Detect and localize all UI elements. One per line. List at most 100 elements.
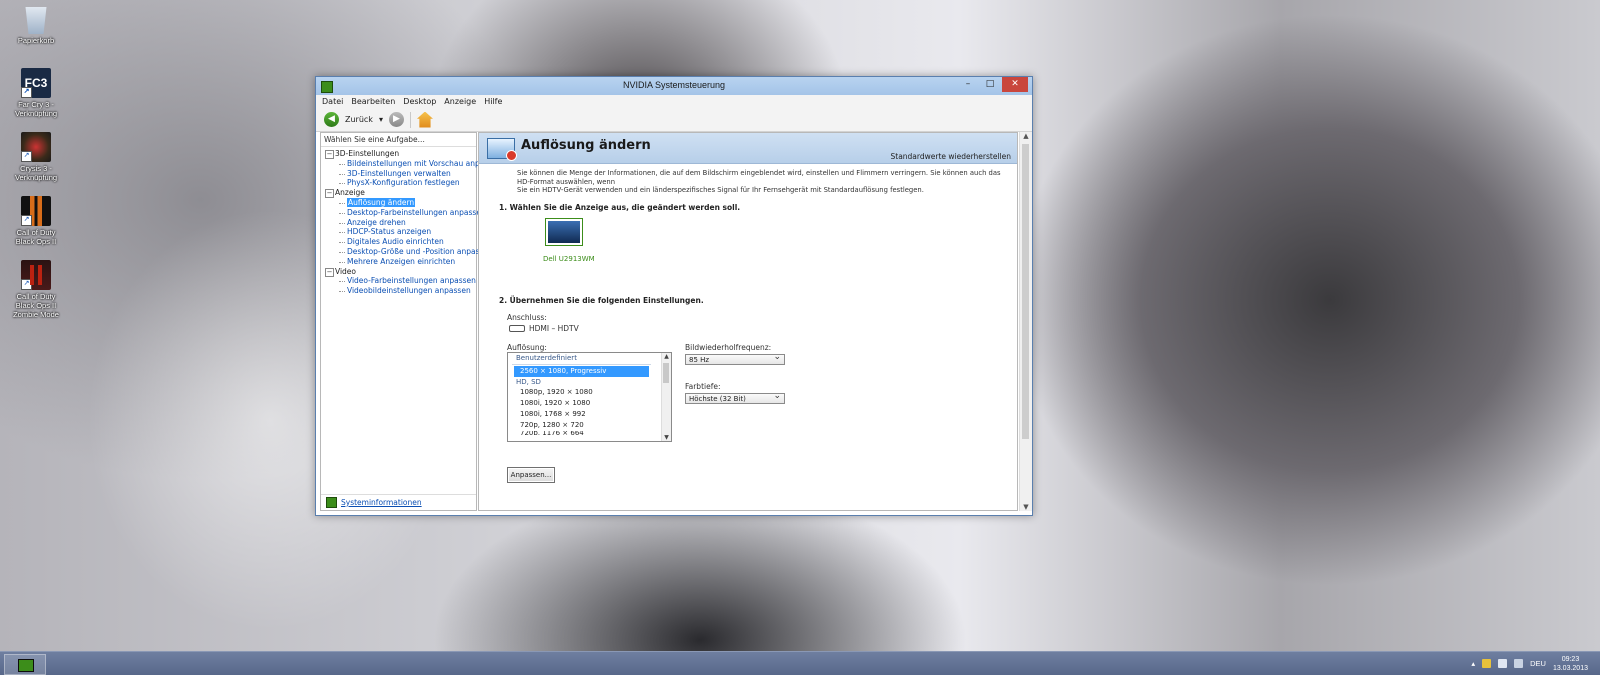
crysis-3-icon: ↗ xyxy=(21,132,51,162)
tree-item[interactable]: Bildeinstellungen mit Vorschau anpassen xyxy=(325,159,502,169)
connection-label: Anschluss: xyxy=(507,313,547,322)
taskbar-nvidia-button[interactable] xyxy=(4,654,46,675)
page-title: Auflösung ändern xyxy=(521,138,651,153)
forward-arrow-icon[interactable]: ▶ xyxy=(388,112,404,127)
minimize-button[interactable]: – xyxy=(956,77,980,92)
settings-page: Auflösung ändern Standardwerte wiederher… xyxy=(478,132,1018,511)
list-item[interactable]: 1080p, 1920 × 1080 xyxy=(508,387,671,398)
desktop-icon-far-cry-3[interactable]: FC3 ↗ Far Cry 3 - Verknüpfung xyxy=(8,68,64,118)
list-group: HD, SD xyxy=(516,377,541,386)
refresh-rate-label: Bildwiederholfrequenz: xyxy=(685,343,772,352)
toolbar: ◀ Zurück ▾ ▶ xyxy=(316,108,1032,132)
back-button-label[interactable]: Zurück xyxy=(345,115,373,124)
task-pane-header: Wählen Sie eine Aufgabe... xyxy=(321,133,476,147)
desktop-icon-label: Call of Duty Black Ops II xyxy=(15,228,57,246)
menu-bar: Datei Bearbeiten Desktop Anzeige Hilfe xyxy=(316,95,1032,108)
system-info-link[interactable]: Systeminformationen xyxy=(321,494,476,510)
page-scrollbar[interactable]: ▲ ▼ xyxy=(1019,132,1032,511)
scroll-thumb[interactable] xyxy=(663,363,669,383)
tree-item-selected[interactable]: Auflösung ändern xyxy=(325,197,476,208)
task-pane: Wählen Sie eine Aufgabe... 3D-Einstellun… xyxy=(320,132,502,511)
connection-value: HDMI – HDTV xyxy=(529,324,579,333)
menu-bearbeiten[interactable]: Bearbeiten xyxy=(351,97,395,106)
list-item[interactable]: 720p, 1176 × 664 xyxy=(508,431,671,435)
desktop-icon-black-ops-2-zombie[interactable]: ↗ Call of Duty Black Ops II Zombie Mode xyxy=(8,260,64,319)
toolbar-separator xyxy=(409,111,411,128)
monitor-label[interactable]: Dell U2913WM xyxy=(543,255,595,263)
system-tray: ▴ DEU 09:23 13.03.2013 xyxy=(1471,652,1588,675)
step-2-heading: 2. Übernehmen Sie die folgenden Einstell… xyxy=(499,296,704,305)
tree-category-video[interactable]: Video xyxy=(325,267,476,277)
tree-item[interactable]: Video-Farbeinstellungen anpassen xyxy=(325,276,476,286)
resolution-page-icon xyxy=(487,138,517,161)
listbox-scrollbar[interactable]: ▲ ▼ xyxy=(661,353,671,441)
monitor-icon[interactable] xyxy=(545,218,585,250)
tree-item[interactable]: 3D-Einstellungen verwalten xyxy=(325,169,476,179)
color-depth-select[interactable]: Höchste (32 Bit) xyxy=(685,391,785,404)
desktop-icon-recycle-bin[interactable]: Papierkorb xyxy=(8,4,64,45)
tree-item[interactable]: Videobildeinstellungen anpassen xyxy=(325,286,476,296)
tree-item[interactable]: PhysX-Konfiguration festlegen xyxy=(325,178,476,188)
network-icon[interactable] xyxy=(1498,659,1508,668)
tree-item[interactable]: Mehrere Anzeigen einrichten xyxy=(325,257,476,267)
nvidia-control-panel-window: NVIDIA Systemsteuerung – □ ✕ Datei Bearb… xyxy=(315,76,1033,516)
tree-item[interactable]: Desktop-Farbeinstellungen anpassen xyxy=(325,208,486,218)
hdmi-icon xyxy=(509,325,525,332)
menu-hilfe[interactable]: Hilfe xyxy=(484,97,502,106)
resolution-label: Auflösung: xyxy=(507,343,547,352)
black-ops-2-zombie-icon: ↗ xyxy=(21,260,51,290)
list-item-selected[interactable]: 2560 × 1080, Progressiv xyxy=(514,365,649,377)
list-item[interactable]: 1080i, 1768 × 992 xyxy=(508,409,671,420)
resolution-listbox[interactable]: Benutzerdefiniert 2560 × 1080, Progressi… xyxy=(507,352,672,442)
volume-icon[interactable] xyxy=(1514,659,1524,668)
list-group: Benutzerdefiniert xyxy=(512,353,651,365)
maximize-button[interactable]: □ xyxy=(978,77,1002,92)
close-button[interactable]: ✕ xyxy=(1002,77,1028,92)
clock[interactable]: 09:23 13.03.2013 xyxy=(1553,655,1588,673)
tray-expand-icon[interactable]: ▴ xyxy=(1471,659,1475,668)
step-1-heading: 1. Wählen Sie die Anzeige aus, die geänd… xyxy=(499,203,741,212)
taskbar: ▴ DEU 09:23 13.03.2013 xyxy=(0,651,1600,675)
black-ops-2-icon: ↗ xyxy=(21,196,51,226)
desktop-icon-label: Call of Duty Black Ops II Zombie Mode xyxy=(13,292,59,319)
system-info-label: Systeminformationen xyxy=(341,498,422,507)
desktop-icon-black-ops-2[interactable]: ↗ Call of Duty Black Ops II xyxy=(8,196,64,246)
menu-desktop[interactable]: Desktop xyxy=(403,97,436,106)
tree-category-3d[interactable]: 3D-Einstellungen xyxy=(325,149,476,159)
desktop-icon-label: Crysis 3 - Verknüpfung xyxy=(14,164,58,182)
back-arrow-icon[interactable]: ◀ xyxy=(324,112,339,127)
color-depth-label: Farbtiefe: xyxy=(685,382,721,391)
desktop-icon-label: Far Cry 3 - Verknüpfung xyxy=(14,100,58,118)
scroll-up-icon[interactable]: ▲ xyxy=(662,353,671,360)
page-header: Auflösung ändern Standardwerte wiederher… xyxy=(479,133,1017,164)
menu-anzeige[interactable]: Anzeige xyxy=(444,97,476,106)
recycle-bin-icon xyxy=(25,7,47,34)
task-tree: 3D-Einstellungen Bildeinstellungen mit V… xyxy=(321,147,502,296)
connection-info: HDMI – HDTV xyxy=(509,324,579,333)
tree-item[interactable]: HDCP-Status anzeigen xyxy=(325,227,476,237)
scroll-up-icon[interactable]: ▲ xyxy=(1020,132,1032,140)
action-center-icon[interactable] xyxy=(1482,659,1492,668)
far-cry-3-icon: FC3 ↗ xyxy=(21,68,51,98)
list-item[interactable]: 1080i, 1920 × 1080 xyxy=(508,398,671,409)
list-item[interactable]: 720p, 1280 × 720 xyxy=(508,420,671,431)
desktop-icon-label: Papierkorb xyxy=(17,36,55,45)
title-bar[interactable]: NVIDIA Systemsteuerung – □ ✕ xyxy=(316,77,1032,95)
refresh-rate-select[interactable]: 85 Hz xyxy=(685,352,785,365)
page-description: Sie können die Menge der Informationen, … xyxy=(517,169,1001,194)
tree-item[interactable]: Digitales Audio einrichten xyxy=(325,237,476,247)
scroll-thumb[interactable] xyxy=(1022,144,1029,439)
tree-item[interactable]: Desktop-Größe und -Position anpassen xyxy=(325,247,493,257)
scroll-down-icon[interactable]: ▼ xyxy=(662,434,671,441)
back-dropdown-icon[interactable]: ▾ xyxy=(379,115,383,124)
desktop-icon-crysis-3[interactable]: ↗ Crysis 3 - Verknüpfung xyxy=(8,132,64,182)
window-title: NVIDIA Systemsteuerung xyxy=(622,80,726,90)
menu-datei[interactable]: Datei xyxy=(322,97,343,106)
tree-category-anzeige[interactable]: Anzeige xyxy=(325,188,476,198)
input-language[interactable]: DEU xyxy=(1530,659,1546,668)
tree-item[interactable]: Anzeige drehen xyxy=(325,218,476,228)
scroll-down-icon[interactable]: ▼ xyxy=(1020,503,1032,511)
customize-button[interactable]: Anpassen... xyxy=(507,467,555,483)
home-icon[interactable] xyxy=(416,111,433,128)
restore-defaults-link[interactable]: Standardwerte wiederherstellen xyxy=(891,152,1012,161)
